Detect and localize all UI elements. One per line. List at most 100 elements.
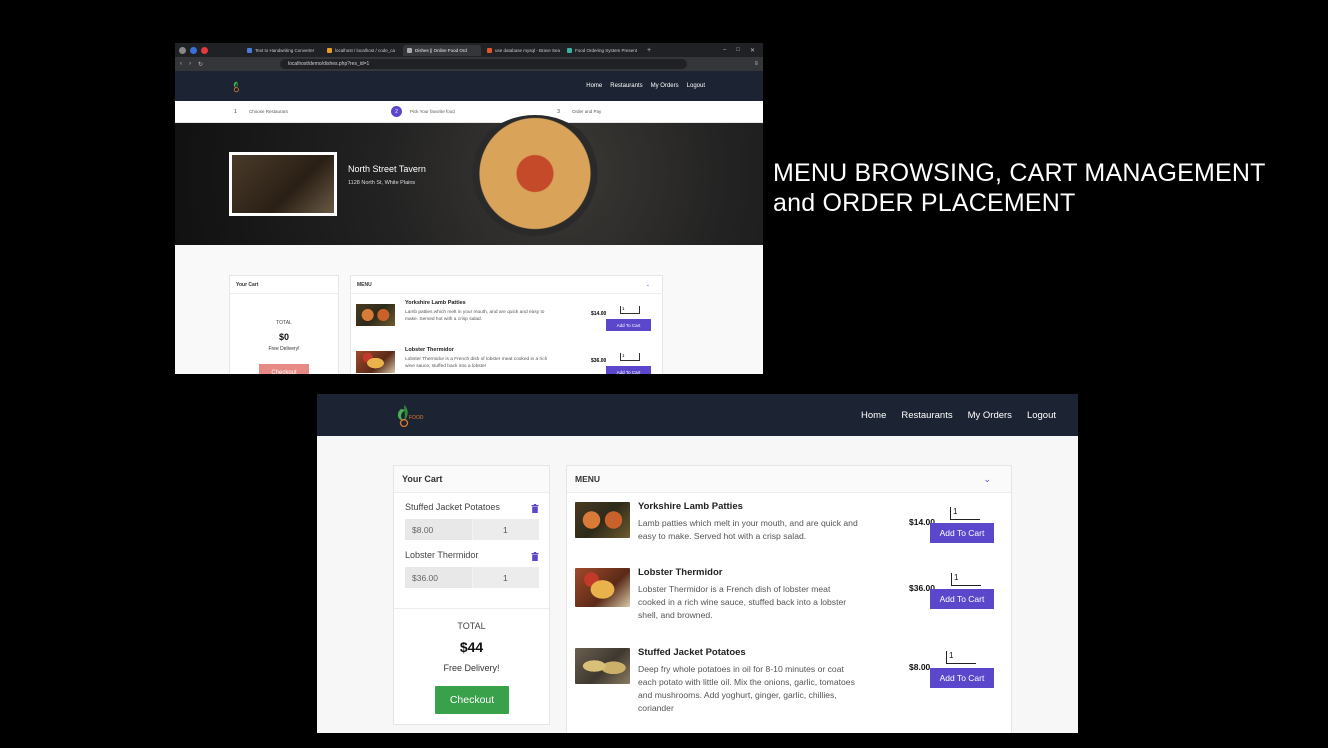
- total-value: $44: [459, 639, 484, 655]
- quantity-input[interactable]: 1: [620, 353, 640, 361]
- dish-image: [575, 568, 630, 607]
- menu-icon[interactable]: ≡: [754, 61, 758, 67]
- menu-title: MENU: [357, 281, 372, 288]
- dish-image: [575, 648, 630, 684]
- tab-label: localhost / localhost / code_ca: [335, 47, 396, 53]
- dish-name: Yorkshire Lamb Patties: [638, 501, 743, 512]
- dish-item: Lobster Thermidor Lobster Thermidor is a…: [575, 567, 1005, 637]
- nav-restaurants[interactable]: Restaurants: [610, 83, 642, 89]
- dish-description: Lobster Thermidor is a French dish of lo…: [405, 357, 548, 370]
- slide-caption: MENU BROWSING, CART MANAGEMENT and ORDER…: [773, 159, 1266, 217]
- vscode-icon[interactable]: [190, 46, 197, 54]
- dish-name: Lobster Thermidor: [638, 567, 723, 578]
- dish-item: Yorkshire Lamb Patties Lamb patties whic…: [356, 300, 656, 340]
- dish-image: [356, 351, 395, 373]
- cart-item-quantity[interactable]: 1: [472, 567, 539, 588]
- browser-tab[interactable]: Food Ordering System Present: [563, 45, 641, 56]
- nav-logout[interactable]: Logout: [687, 83, 705, 89]
- browser-tab[interactable]: use database mysql - Brave Sea: [483, 45, 561, 56]
- menu-header[interactable]: MENU ⌄: [351, 276, 662, 294]
- checkout-button[interactable]: Checkout: [435, 686, 509, 714]
- tab-favicon-icon: [327, 47, 332, 53]
- nav-logout[interactable]: Logout: [1027, 410, 1056, 421]
- window-controls: – □ ✕: [723, 47, 763, 54]
- browser-tab[interactable]: localhost / localhost / code_ca: [323, 45, 401, 56]
- nav-restaurants[interactable]: Restaurants: [901, 410, 952, 421]
- dish-name: Stuffed Jacket Potatoes: [638, 647, 746, 658]
- tab-label: Food Ordering System Present: [575, 47, 638, 53]
- cart-item-quantity[interactable]: 1: [472, 519, 539, 540]
- reload-icon[interactable]: ↻: [198, 61, 203, 68]
- quantity-input[interactable]: 1: [946, 651, 976, 664]
- dish-description: Lobster Thermidor is a French dish of lo…: [638, 584, 847, 620]
- restaurant-address: 1128 North St, White Plains: [348, 180, 416, 186]
- menu-title: MENU: [575, 474, 601, 484]
- cart-title: Your Cart: [394, 466, 549, 493]
- cart-item: Stuffed Jacket Potatoes $8.00 1: [405, 502, 539, 550]
- chevron-down-icon[interactable]: ⌄: [983, 474, 991, 485]
- cart-panel: Your Cart Stuffed Jacket Potatoes $8.00 …: [393, 465, 550, 725]
- dish-item: Yorkshire Lamb Patties Lamb patties whic…: [575, 501, 1005, 571]
- menu-panel: MENU ⌄ Yorkshire Lamb Patties Lamb patti…: [350, 275, 663, 374]
- new-tab-icon[interactable]: +: [647, 47, 651, 54]
- trash-icon[interactable]: [531, 552, 539, 561]
- quantity-input[interactable]: 1: [620, 306, 640, 314]
- url-field[interactable]: localhost/demo/dishes.php?res_id=1: [280, 59, 688, 69]
- tab-favicon-icon: [407, 47, 412, 53]
- menu-header[interactable]: MENU ⌄: [567, 466, 1011, 493]
- add-to-cart-button[interactable]: Add To Cart: [930, 589, 994, 609]
- cart-title: Your Cart: [230, 276, 338, 294]
- browser-tab[interactable]: Text to Handwriting Converter: [243, 45, 321, 56]
- site-navbar: Home Restaurants My Orders Logout: [175, 71, 763, 101]
- nav-home[interactable]: Home: [861, 410, 886, 421]
- address-bar: ‹ › ↻ localhost/demo/dishes.php?res_id=1…: [175, 57, 763, 71]
- trash-icon[interactable]: [531, 504, 539, 513]
- youtube-icon[interactable]: [201, 46, 208, 54]
- add-to-cart-button[interactable]: Add To Cart: [930, 523, 994, 543]
- dish-image: [356, 304, 395, 326]
- step-number: 3: [557, 108, 560, 115]
- close-icon[interactable]: ✕: [750, 47, 755, 54]
- forward-icon[interactable]: ›: [189, 61, 191, 67]
- dish-price: $14.00: [591, 311, 607, 317]
- cart-item-name: Stuffed Jacket Potatoes: [405, 502, 500, 512]
- dish-description: Deep fry whole potatoes in oil for 8-10 …: [638, 664, 855, 713]
- step-choose-restaurant: 1 Choose Restaurant: [230, 106, 288, 117]
- dish-name: Lobster Thermidor: [405, 347, 454, 353]
- brave-icon[interactable]: [179, 46, 186, 54]
- logo-text: FOOD: [409, 415, 424, 421]
- checkout-button[interactable]: Checkout: [259, 364, 309, 374]
- nav-my-orders[interactable]: My Orders: [968, 410, 1012, 421]
- dish-item: Lobster Thermidor Lobster Thermidor is a…: [356, 347, 656, 374]
- browser-tab-active[interactable]: Dishes || Online Food Ord: [403, 44, 481, 56]
- back-icon[interactable]: ‹: [180, 61, 182, 67]
- url-text: localhost/demo/dishes.php?res_id=1: [288, 61, 370, 67]
- chevron-down-icon[interactable]: ⌄: [646, 282, 650, 288]
- minimize-icon[interactable]: –: [723, 47, 726, 54]
- add-to-cart-button[interactable]: Add To Cart: [606, 366, 651, 374]
- cart-item-price: $8.00: [405, 519, 472, 540]
- step-label: Choose Restaurant: [249, 109, 288, 114]
- nav-my-orders[interactable]: My Orders: [651, 83, 679, 89]
- step-number: 1: [234, 108, 237, 115]
- maximize-icon[interactable]: □: [736, 47, 740, 54]
- add-to-cart-button[interactable]: Add To Cart: [606, 319, 651, 331]
- dish-name: Yorkshire Lamb Patties: [405, 300, 466, 306]
- logo-icon[interactable]: [230, 79, 248, 93]
- cart-panel: Your Cart TOTAL $0 Free Delivery! Checko…: [229, 275, 339, 374]
- site-navbar: FOOD Home Restaurants My Orders Logout: [317, 394, 1078, 436]
- add-to-cart-button[interactable]: Add To Cart: [930, 668, 994, 688]
- logo-icon[interactable]: FOOD: [393, 403, 427, 427]
- tab-label: Dishes || Online Food Ord: [415, 47, 467, 53]
- quantity-input[interactable]: 1: [951, 573, 981, 586]
- page-body: Your Cart TOTAL $0 Free Delivery! Checko…: [175, 245, 763, 374]
- dish-item: Stuffed Jacket Potatoes Deep fry whole p…: [575, 647, 1005, 733]
- tab-label: use database mysql - Brave Sea: [495, 47, 561, 53]
- nav-home[interactable]: Home: [586, 83, 602, 89]
- quantity-input[interactable]: 1: [950, 507, 980, 520]
- total-label: TOTAL: [457, 621, 486, 631]
- cart-item: Lobster Thermidor $36.00 1: [405, 550, 539, 598]
- nav-links: Home Restaurants My Orders Logout: [586, 83, 705, 89]
- dish-description: Lamb patties which melt in your mouth, a…: [638, 518, 858, 541]
- tab-favicon-icon: [567, 47, 572, 53]
